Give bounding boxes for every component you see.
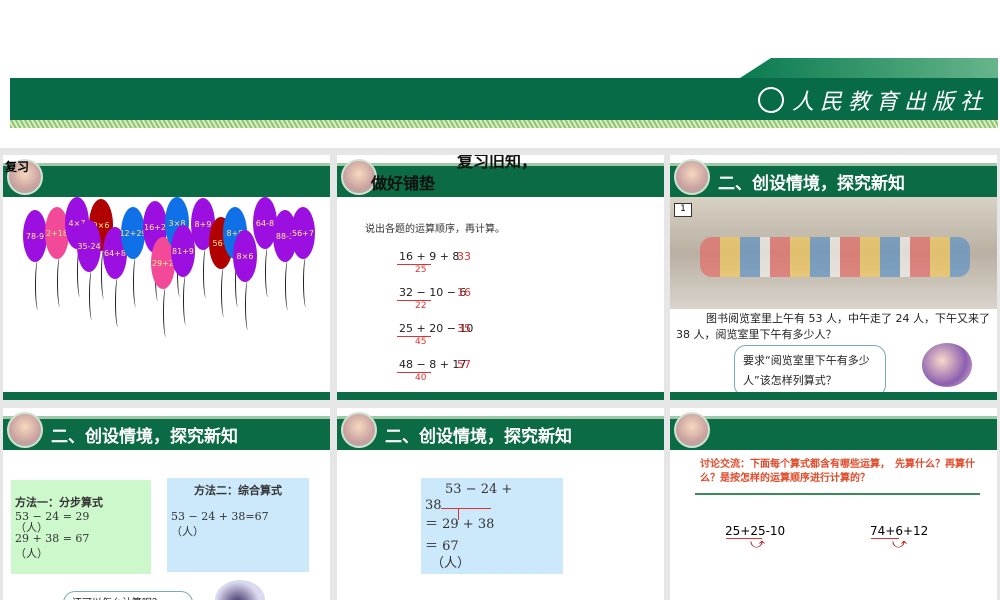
combined-calc-box: 53 − 24 + 38 ＝ 29 + 38 ＝ 67 （人） (421, 478, 563, 574)
problem-number-badge: 1 (674, 203, 692, 217)
method-two-title: 方法二：综合算式 (194, 484, 282, 497)
slide-thumbnail-5[interactable]: 二、创设情境，探究新知 53 − 24 + 38 ＝ 29 + 38 ＝ 67 … (337, 408, 664, 600)
balloon-string (35, 260, 41, 310)
balloon[interactable]: 35-24 (77, 220, 101, 272)
method-one-box: 方法一：分步算式 53 − 24 = 29 （人） 29 + 38 = 67 （… (11, 480, 151, 574)
instruction-text: 说出各题的运算顺序，再计算。 (365, 224, 505, 235)
problem-text: 图书阅览室里上午有 53 人，中午走了 24 人，下午又来了 38 人，阅览室里… (676, 312, 990, 341)
calc-line: ＝ 29 + 38 (425, 517, 495, 532)
problem-answer: 57 (457, 358, 471, 371)
publisher-name: 人民教育出版社 (791, 90, 988, 115)
balloon[interactable]: 8×6 (233, 230, 257, 282)
slide-footer (3, 392, 330, 400)
balloon[interactable]: 56+7 (291, 207, 315, 259)
speech-bubble: 还可以怎么计算呢？ (63, 591, 193, 600)
slide-header: 二、创设情境，探究新知 (3, 416, 330, 450)
fairy-illustration (215, 580, 265, 600)
curved-arrow-icon: ⤻ (892, 536, 907, 552)
problem-answer: 35 (457, 322, 471, 335)
balloon-string (203, 248, 209, 298)
intermediate-result: 40 (415, 373, 427, 383)
avatar (674, 159, 710, 195)
slide-title: 复习旧知，做好铺垫 (371, 155, 538, 193)
slide-thumbnail-2[interactable]: 复习旧知，做好铺垫 说出各题的运算顺序，再计算。 16 + 9 + 8 33 2… (337, 155, 664, 400)
slide-thumbnail-1[interactable]: 复习 78-9 2+18 4×7 9×6 35-24 64+8 12+29 16+2 29+2 3… (3, 155, 330, 400)
problem-expression: 16 + 9 + 8 (399, 250, 460, 263)
discussion-prompt: 讨论交流：下面每个算式都含有哪些运算， 先算什么？再算什么？是按怎样的运算顺序进… (700, 459, 975, 484)
slide-thumbnail-4[interactable]: 二、创设情境，探究新知 方法一：分步算式 53 − 24 = 29 （人） 29… (3, 408, 330, 600)
calc-line: ＝ 67 (425, 539, 459, 554)
method-two-line: 53 − 24 + 38=67 (171, 510, 269, 523)
slide-header: 二、创设情境，探究新知 (670, 163, 997, 197)
balloon-string (163, 287, 169, 337)
unit-text: （人） (431, 556, 471, 571)
publisher-logo: 人民教育出版社 (757, 84, 988, 116)
slide-title: 二、创设情境，探究新知 (718, 174, 905, 194)
slide-header: 二、创设情境，探究新知 (337, 416, 664, 450)
balloon-string (285, 260, 291, 310)
balloon-string (57, 257, 63, 307)
arrow-mark (458, 508, 459, 520)
intermediate-result: 25 (415, 265, 427, 275)
balloon[interactable]: 78-9 (23, 210, 47, 262)
balloon-string (265, 247, 271, 297)
banner-accent (740, 58, 998, 78)
method-one-line: 29 + 38 = 67 (15, 532, 90, 545)
fairy-illustration (922, 343, 972, 387)
slide-title: 二、创设情境，探究新知 (385, 427, 572, 447)
underline-mark (441, 508, 491, 509)
divider (695, 493, 980, 495)
balloon-string (303, 257, 309, 307)
speech-bubble: 要求“阅览室里下午有多少人”该怎样列算式？ (734, 345, 886, 397)
problem-answer: 33 (457, 250, 471, 263)
balloon-string (183, 275, 189, 325)
unit-text: （人） (15, 547, 48, 560)
intermediate-result: 22 (415, 301, 427, 311)
problem-answer: 16 (457, 286, 471, 299)
balloon-string (89, 270, 95, 320)
balloon-string (133, 257, 139, 307)
slide-header (3, 163, 330, 197)
slide-header (670, 416, 997, 450)
calc-line: 38 (425, 498, 442, 513)
avatar (7, 412, 43, 448)
slide-grid: 复习 78-9 2+18 4×7 9×6 35-24 64+8 12+29 16+2 29+2 3… (0, 148, 1000, 600)
avatar (341, 412, 377, 448)
curved-arrow-icon: ⤻ (750, 536, 765, 552)
balloon-string (221, 267, 227, 317)
balloon-string (245, 280, 251, 330)
intermediate-result: 45 (415, 337, 427, 347)
method-two-box: 方法二：综合算式 53 − 24 + 38=67 （人） (167, 478, 309, 572)
avatar (674, 412, 710, 448)
slide-footer (337, 392, 664, 400)
slide-title: 复习 (5, 160, 30, 174)
slide-thumbnail-3[interactable]: 二、创设情境，探究新知 1 图书阅览室里上午有 53 人，中午走了 24 人，下… (670, 155, 997, 400)
library-illustration: 1 (670, 197, 997, 309)
method-one-title: 方法一：分步算式 (15, 496, 103, 509)
unit-text: （人） (15, 521, 48, 534)
unit-text: （人） (171, 525, 204, 538)
balloon[interactable]: 12+29 (121, 207, 145, 259)
slide-thumbnail-6[interactable]: 讨论交流：下面每个算式都含有哪些运算， 先算什么？再算什么？是按怎样的运算顺序进… (670, 408, 997, 600)
calc-line: 53 − 24 + (445, 482, 513, 497)
banner-stripe (10, 120, 998, 128)
slide-footer (670, 392, 997, 400)
seal-icon (757, 87, 784, 113)
balloon-string (115, 277, 121, 327)
slide-title: 二、创设情境，探究新知 (51, 427, 238, 447)
